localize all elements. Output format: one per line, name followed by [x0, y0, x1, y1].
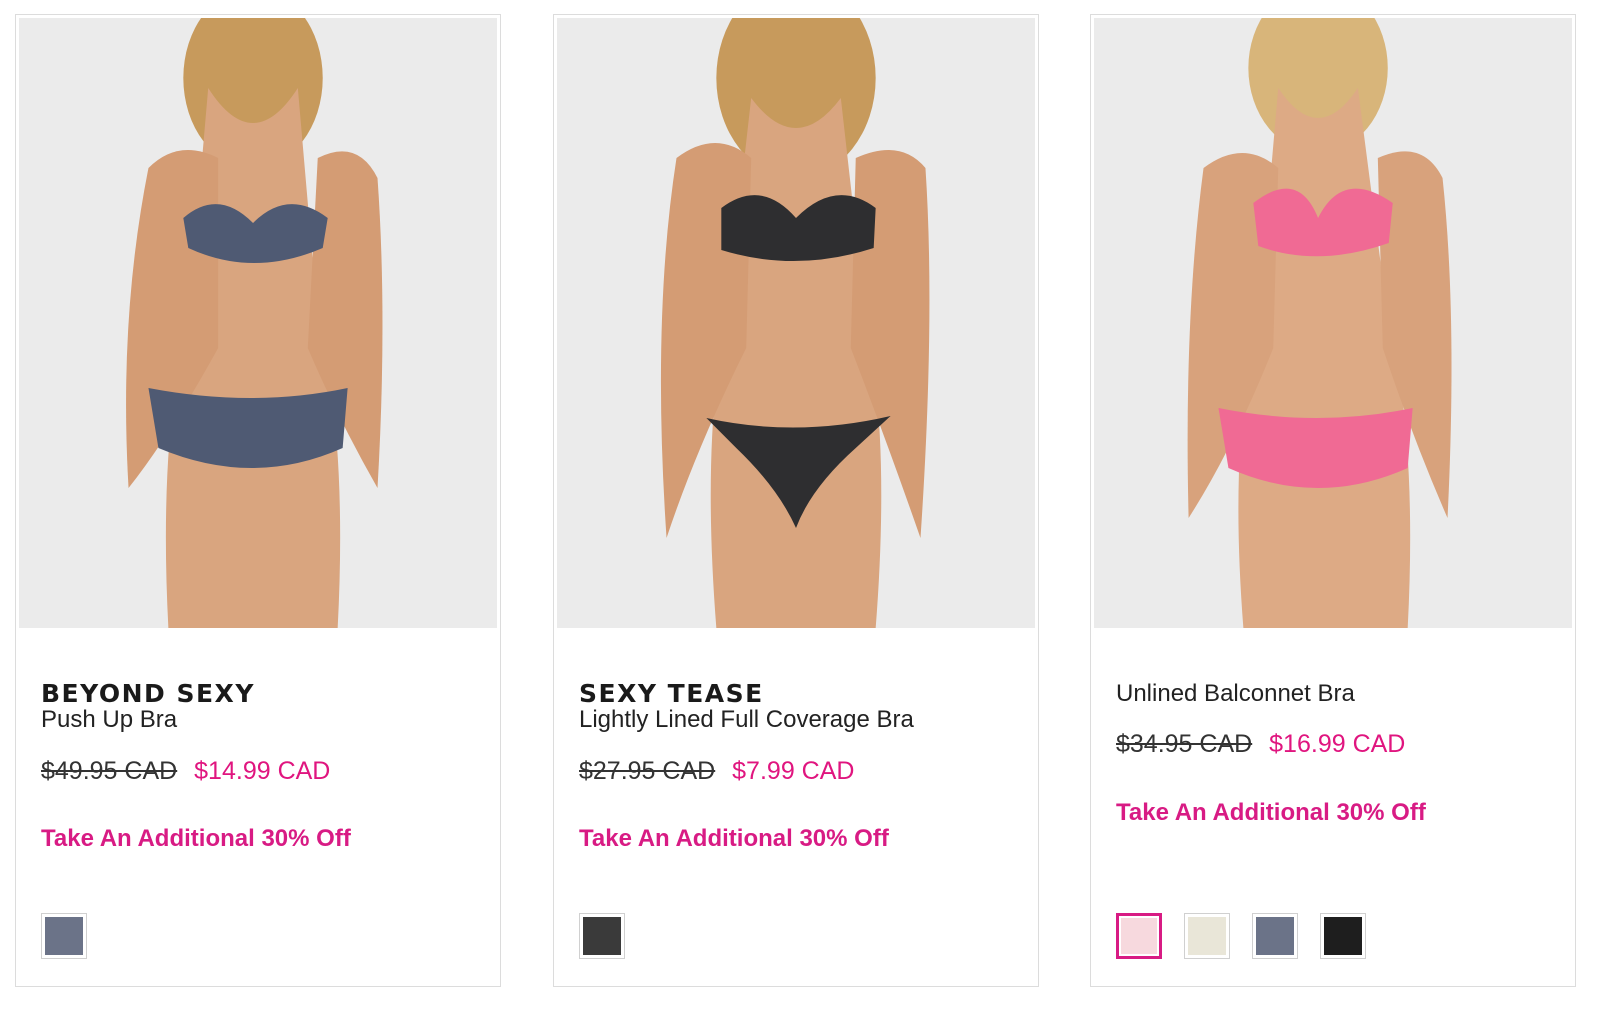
model-photo: [126, 18, 383, 628]
product-image[interactable]: [1094, 18, 1572, 628]
product-image[interactable]: [19, 18, 497, 628]
promo-text: Take An Additional 30% Off: [579, 825, 889, 852]
promo-text: Take An Additional 30% Off: [41, 825, 351, 852]
model-photo: [1187, 18, 1452, 628]
promo-text: Take An Additional 30% Off: [1116, 799, 1426, 826]
price-row: $34.95 CAD $16.99 CAD: [1116, 730, 1405, 759]
product-name[interactable]: Lightly Lined Full Coverage Bra: [579, 706, 914, 734]
sale-price: $16.99 CAD: [1269, 730, 1406, 758]
color-swatches: [1116, 913, 1366, 959]
black-lace-swatch[interactable]: [1320, 913, 1366, 959]
price-row: $27.95 CAD $7.99 CAD: [579, 757, 854, 786]
original-price: $27.95 CAD: [579, 757, 716, 785]
price-row: $49.95 CAD $14.99 CAD: [41, 757, 330, 786]
product-brand[interactable]: SEXY TEASE: [579, 679, 764, 708]
grey-lace-swatch[interactable]: [1252, 913, 1298, 959]
product-name[interactable]: Unlined Balconnet Bra: [1116, 680, 1355, 708]
color-swatches: [579, 913, 625, 959]
product-card[interactable]: SEXY TEASE Lightly Lined Full Coverage B…: [553, 14, 1039, 987]
product-card[interactable]: BEYOND SEXY Push Up Bra $49.95 CAD $14.9…: [15, 14, 501, 987]
sale-price: $14.99 CAD: [194, 757, 331, 785]
product-image[interactable]: [557, 18, 1035, 628]
grey-lace-swatch[interactable]: [41, 913, 87, 959]
original-price: $49.95 CAD: [41, 757, 178, 785]
product-brand[interactable]: BEYOND SEXY: [41, 679, 255, 708]
original-price: $34.95 CAD: [1116, 730, 1253, 758]
black-stripe-swatch[interactable]: [579, 913, 625, 959]
color-swatches: [41, 913, 87, 959]
pink-swatch[interactable]: [1116, 913, 1162, 959]
product-name[interactable]: Push Up Bra: [41, 706, 177, 734]
ivory-floral-swatch[interactable]: [1184, 913, 1230, 959]
product-card[interactable]: Unlined Balconnet Bra $34.95 CAD $16.99 …: [1090, 14, 1576, 987]
model-photo: [660, 18, 930, 628]
sale-price: $7.99 CAD: [732, 757, 855, 785]
